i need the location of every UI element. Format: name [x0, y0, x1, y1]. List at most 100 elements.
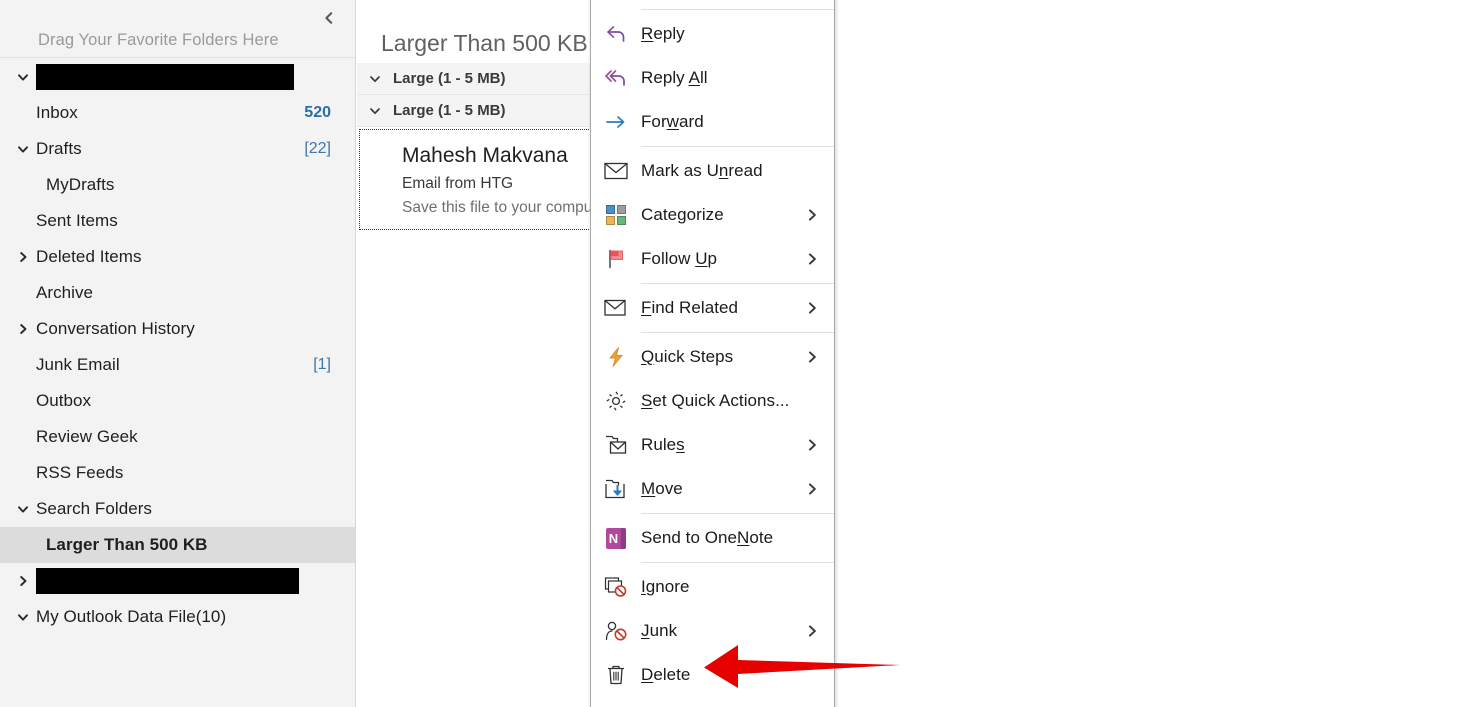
chevron-down-icon[interactable]: [14, 599, 32, 635]
sidebar-item-redacted[interactable]: [0, 59, 355, 95]
menu-item-reply[interactable]: Reply: [591, 12, 834, 56]
ignore-icon: [591, 565, 641, 609]
chevron-right-icon[interactable]: [804, 193, 820, 237]
menu-item-mark-as-unread[interactable]: Mark as Unread: [591, 149, 834, 193]
chevron-down-icon[interactable]: [14, 59, 32, 95]
gear-icon: [591, 379, 641, 423]
message-list-title: Larger Than 500 KB: [381, 30, 588, 56]
menu-item-quick-steps[interactable]: Quick Steps: [591, 335, 834, 379]
chevron-right-icon[interactable]: [804, 335, 820, 379]
menu-item-set-quick-actions[interactable]: Set Quick Actions...: [591, 379, 834, 423]
sidebar-item-outbox[interactable]: Outbox: [0, 383, 355, 419]
menu-item-move[interactable]: Move: [591, 467, 834, 511]
forward-icon: [591, 100, 641, 144]
favorites-dropzone[interactable]: Drag Your Favorite Folders Here: [0, 0, 355, 58]
chevron-down-icon[interactable]: [14, 131, 32, 167]
chevron-down-icon: [357, 72, 393, 86]
chevron-right-icon[interactable]: [804, 609, 820, 653]
reply-quick-actions-row[interactable]: [607, 0, 717, 7]
sidebar-item-archive[interactable]: Archive: [0, 275, 355, 311]
menu-item-delete[interactable]: Delete: [591, 653, 834, 697]
chevron-right-icon[interactable]: [804, 467, 820, 511]
menu-item-label: Rules: [641, 435, 685, 454]
menu-item-follow-up[interactable]: Follow Up: [591, 237, 834, 281]
sidebar-item-redacted[interactable]: [0, 563, 355, 599]
menu-item-label: Follow Up: [641, 249, 718, 268]
chevron-right-icon[interactable]: [14, 563, 32, 599]
sidebar-item-my-outlook-data-file-10[interactable]: My Outlook Data File(10): [0, 599, 355, 635]
sidebar-item-drafts[interactable]: Drafts [22]: [0, 131, 355, 167]
menu-quick-actions-row[interactable]: [591, 0, 834, 7]
junk-icon: [591, 609, 641, 653]
menu-item-label: Categorize: [641, 205, 724, 224]
menu-item-categorize[interactable]: Categorize: [591, 193, 834, 237]
sidebar-item-label: Larger Than 500 KB: [46, 535, 208, 554]
menu-item-find-related[interactable]: Find Related: [591, 286, 834, 330]
menu-item-reply-all[interactable]: Reply All: [591, 56, 834, 100]
quick-steps-icon: [591, 335, 641, 379]
sidebar-item-larger-than-500-kb[interactable]: Larger Than 500 KB: [0, 527, 355, 563]
reply-all-icon: [591, 56, 641, 100]
categorize-icon: [591, 193, 641, 237]
outlook-window: Drag Your Favorite Folders Here Inbox 520…: [0, 0, 1477, 707]
menu-item-label: Mark as Unread: [641, 161, 763, 180]
onenote-icon: N: [591, 516, 641, 560]
sidebar-item-count: 520: [304, 104, 331, 121]
flag-icon: [591, 237, 641, 281]
message-list-item[interactable]: Mahesh Makvana Email from HTG Save this …: [359, 129, 591, 230]
group-header-large-2[interactable]: Large (1 - 5 MB): [357, 95, 591, 127]
sidebar-item-count: [22]: [304, 140, 331, 157]
menu-item-label: Send to OneNote: [641, 528, 774, 547]
group-header-large-1[interactable]: Large (1 - 5 MB): [357, 63, 591, 95]
chevron-down-icon[interactable]: [14, 491, 32, 527]
sidebar-item-label: MyDrafts: [46, 175, 115, 194]
message-subject: Email from HTG: [402, 175, 514, 192]
group-header-label: Large (1 - 5 MB): [393, 102, 506, 119]
sidebar-item-label: Deleted Items: [36, 247, 142, 266]
message-list-pane: Larger Than 500 KB Large (1 - 5 MB) Larg…: [357, 0, 591, 707]
menu-item-label: Reply: [641, 24, 685, 43]
sidebar-item-label: Conversation History: [36, 319, 195, 338]
chevron-left-icon[interactable]: [315, 4, 343, 32]
favorites-hint-label: Drag Your Favorite Folders Here: [38, 31, 279, 49]
sidebar-item-sent-items[interactable]: Sent Items: [0, 203, 355, 239]
menu-item-send-to-onenote[interactable]: N Send to OneNote: [591, 516, 834, 560]
redacted-account-name: [36, 568, 299, 594]
menu-item-rules[interactable]: Rules: [591, 423, 834, 467]
sidebar-item-mydrafts[interactable]: MyDrafts: [0, 167, 355, 203]
folder-sidebar: Drag Your Favorite Folders Here Inbox 520…: [0, 0, 356, 707]
sidebar-item-junk-email[interactable]: Junk Email [1]: [0, 347, 355, 383]
sidebar-item-review-geek[interactable]: Review Geek: [0, 419, 355, 455]
menu-item-label: Junk: [641, 621, 678, 640]
archive-icon: [591, 697, 641, 707]
sidebar-item-label: Archive: [36, 283, 94, 302]
sidebar-item-label: Search Folders: [36, 499, 152, 518]
menu-item-label: Find Related: [641, 298, 738, 317]
menu-item-junk[interactable]: Junk: [591, 609, 834, 653]
menu-item-ignore[interactable]: Ignore: [591, 565, 834, 609]
find-related-icon: [591, 286, 641, 330]
sidebar-item-conversation-history[interactable]: Conversation History: [0, 311, 355, 347]
sidebar-item-count: [1]: [313, 356, 331, 373]
sidebar-item-deleted-items[interactable]: Deleted Items: [0, 239, 355, 275]
chevron-right-icon[interactable]: [14, 311, 32, 347]
menu-item-label: Set Quick Actions...: [641, 391, 790, 410]
menu-item-label: Delete: [641, 665, 691, 684]
sidebar-item-label: Outbox: [36, 391, 92, 410]
menu-separator: [641, 146, 834, 147]
sidebar-item-inbox[interactable]: Inbox 520: [0, 95, 355, 131]
menu-item-forward[interactable]: Forward: [591, 100, 834, 144]
menu-item-partial[interactable]: [591, 697, 834, 707]
sidebar-item-search-folders[interactable]: Search Folders: [0, 491, 355, 527]
sidebar-item-label: Sent Items: [36, 211, 118, 230]
menu-item-label: Quick Steps: [641, 347, 734, 366]
sidebar-item-rss-feeds[interactable]: RSS Feeds: [0, 455, 355, 491]
trash-icon: [591, 653, 641, 697]
chevron-right-icon[interactable]: [804, 237, 820, 281]
chevron-right-icon[interactable]: [804, 423, 820, 467]
move-icon: [591, 467, 641, 511]
rules-icon: [591, 423, 641, 467]
menu-item-label: Move: [641, 479, 683, 498]
chevron-right-icon[interactable]: [804, 286, 820, 330]
chevron-right-icon[interactable]: [14, 239, 32, 275]
